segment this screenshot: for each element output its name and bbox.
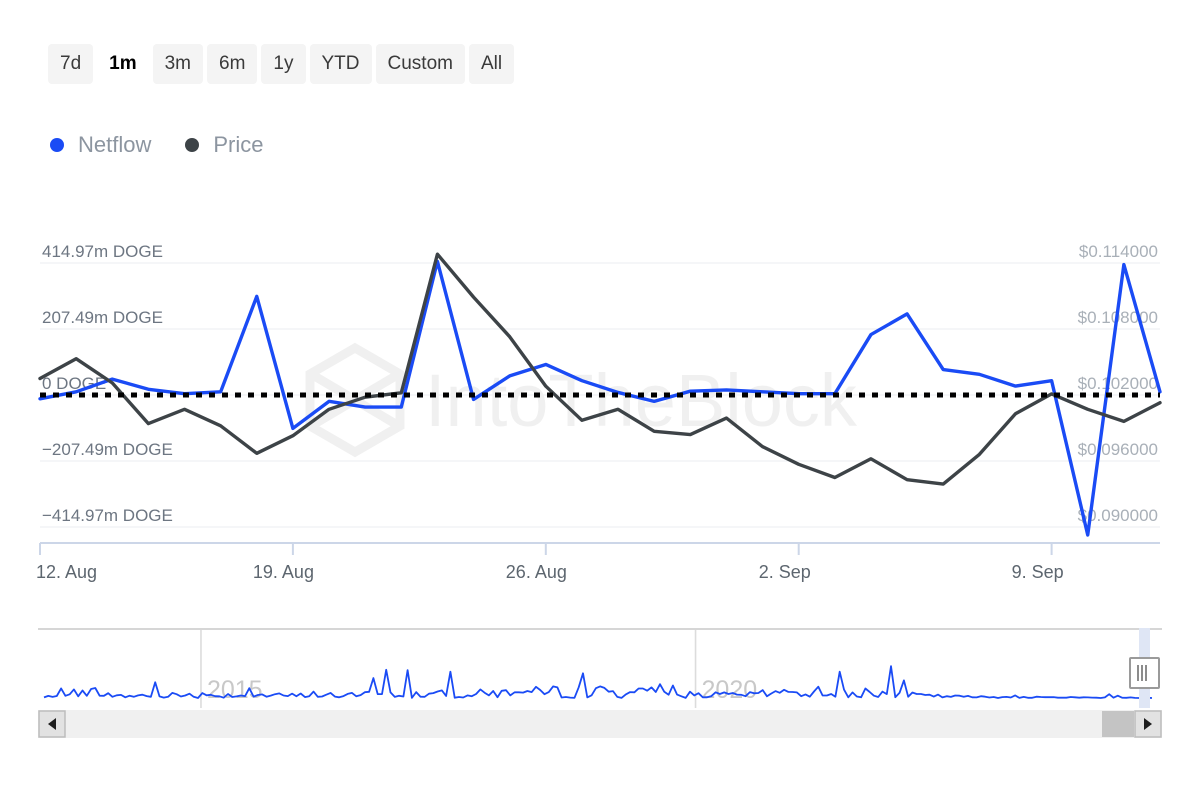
range-button-6m[interactable]: 6m [207, 44, 257, 84]
chart-legend: Netflow Price [50, 134, 263, 156]
right-axis-labels: $0.114000$0.108000$0.102000$0.096000$0.0… [1078, 242, 1158, 525]
legend-dot-icon [50, 138, 64, 152]
navigator-svg: 2015 2020 [38, 622, 1162, 740]
right-axis-tick-label: $0.102000 [1078, 374, 1158, 393]
x-axis-tick-label: 26. Aug [506, 562, 567, 582]
navigator-background [38, 628, 1162, 630]
x-axis-tick-label: 9. Sep [1012, 562, 1064, 582]
legend-item-price[interactable]: Price [185, 134, 263, 156]
left-axis-tick-label: −414.97m DOGE [42, 506, 173, 525]
range-button-1y[interactable]: 1y [261, 44, 305, 84]
range-button-ytd[interactable]: YTD [310, 44, 372, 84]
left-axis-labels: 414.97m DOGE207.49m DOGE0 DOGE−207.49m D… [42, 242, 173, 525]
range-button-7d[interactable]: 7d [48, 44, 93, 84]
navigator-handle-right[interactable] [1130, 658, 1159, 688]
chart-navigator[interactable]: 2015 2020 [38, 622, 1162, 740]
range-button-custom[interactable]: Custom [376, 44, 465, 84]
range-button-3m[interactable]: 3m [153, 44, 203, 84]
right-axis-tick-label: $0.096000 [1078, 440, 1158, 459]
x-axis: 12. Aug 19. Aug 26. Aug 2. Sep 9. Sep [36, 543, 1160, 582]
legend-label: Netflow [78, 134, 151, 156]
legend-label: Price [213, 134, 263, 156]
chart-plot-area[interactable]: IntoTheBlock 414.97m DOGE207.49m DOGE0 D… [0, 230, 1200, 590]
navigator-scrollbar[interactable] [38, 710, 1162, 738]
legend-item-netflow[interactable]: Netflow [50, 134, 151, 156]
left-axis-tick-label: 207.49m DOGE [42, 308, 163, 327]
right-axis-tick-label: $0.114000 [1079, 242, 1158, 261]
range-button-1m[interactable]: 1m [97, 44, 148, 84]
range-selector[interactable]: 7d1m3m6m1yYTDCustomAll [48, 44, 514, 84]
x-axis-tick-label: 2. Sep [759, 562, 811, 582]
legend-dot-icon [185, 138, 199, 152]
left-axis-tick-label: 414.97m DOGE [42, 242, 163, 261]
x-axis-tick-label: 19. Aug [253, 562, 314, 582]
range-button-all[interactable]: All [469, 44, 514, 84]
left-axis-tick-label: −207.49m DOGE [42, 440, 173, 459]
netflow-price-chart: IntoTheBlock 414.97m DOGE207.49m DOGE0 D… [0, 230, 1200, 590]
navigator-year-label: 2020 [702, 676, 758, 704]
x-axis-tick-label: 12. Aug [36, 562, 97, 582]
watermark-text: IntoTheBlock [425, 359, 858, 442]
navigator-year-label: 2015 [207, 676, 263, 704]
intotheblock-watermark: IntoTheBlock [310, 348, 858, 452]
